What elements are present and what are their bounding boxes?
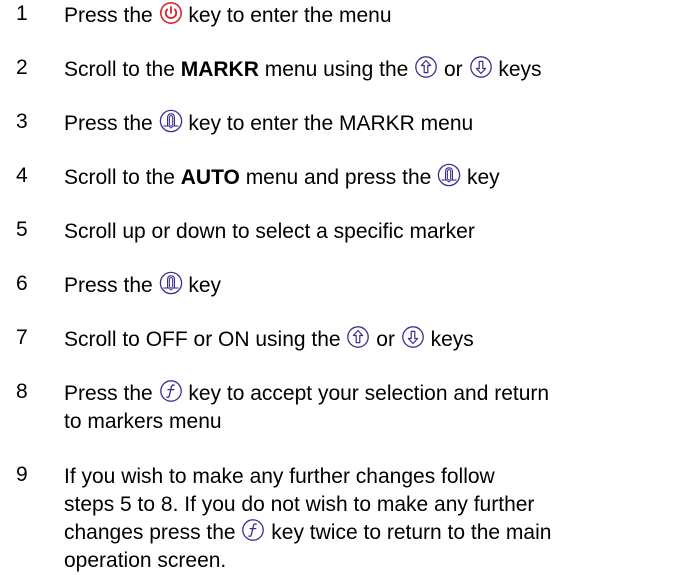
step-text-segment: key [461,166,500,189]
up-arrow-icon [346,325,370,349]
step-text-segment: Press the [64,112,159,135]
step-text: Press the key to accept your selection a… [64,380,684,436]
step-text-segment: Press the [64,4,159,27]
step-number: 9 [16,463,28,486]
step-number: 3 [16,110,28,133]
step-text-segment: If you wish to make any further changes … [64,465,495,488]
step-text-segment: to markers menu [64,410,222,433]
step-text: If you wish to make any further changes … [64,463,684,575]
step-number: 6 [16,272,28,295]
menu-name: MARKR [180,58,259,81]
step-text-segment: changes press the [64,521,242,544]
step-number: 1 [16,2,28,25]
step-number: 8 [16,380,28,403]
step-text-segment: key to enter the menu [182,4,392,27]
step-text-segment: keys [424,328,474,351]
step-number: 5 [16,218,28,241]
step-text-segment: or [438,58,469,81]
step-text: Scroll to the MARKR menu using the or ke… [64,56,684,84]
menu-name: AUTO [180,166,240,189]
step-text-segment: key [182,274,222,297]
enter-key-icon [159,109,183,133]
step-text: Scroll to OFF or ON using the or keys [64,326,684,354]
step-text-segment: menu using the [258,58,415,81]
step-text: Press the key to enter the MARKR menu [64,110,684,138]
down-arrow-icon [469,55,493,79]
function-key-icon [241,518,265,542]
step-text-segment: Press the [64,274,159,297]
power-icon [159,1,183,25]
step-number: 2 [16,56,28,79]
step-text-segment: menu and press the [239,166,438,189]
step-text-segment: Scroll to the [64,166,181,189]
enter-key-icon [437,163,461,187]
step-text-segment: Scroll to OFF or ON using the [64,328,347,351]
step-text: Press the key [64,272,684,300]
step-text: Scroll to the AUTO menu and press the ke… [64,164,684,192]
step-text-segment: key to accept your selection and return [182,382,550,405]
step-text-segment: key twice to return to the main [265,521,552,544]
enter-key-icon [159,271,183,295]
step-text-segment: Press the [64,382,159,405]
step-text-segment: key to enter the MARKR menu [182,112,474,135]
step-text-segment: keys [492,58,542,81]
down-arrow-icon [401,325,425,349]
step-text-segment: or [370,328,401,351]
step-text-segment: Scroll up or down to select a specific m… [64,220,475,243]
step-text: Scroll up or down to select a specific m… [64,218,684,246]
step-text-segment: operation screen. [64,549,227,572]
step-number: 4 [16,164,28,187]
step-number: 7 [16,326,28,349]
step-text-segment: steps 5 to 8. If you do not wish to make… [64,493,535,516]
function-key-icon [159,379,183,403]
step-text-segment: Scroll to the [64,58,181,81]
up-arrow-icon [414,55,438,79]
step-text: Press the key to enter the menu [64,2,684,30]
